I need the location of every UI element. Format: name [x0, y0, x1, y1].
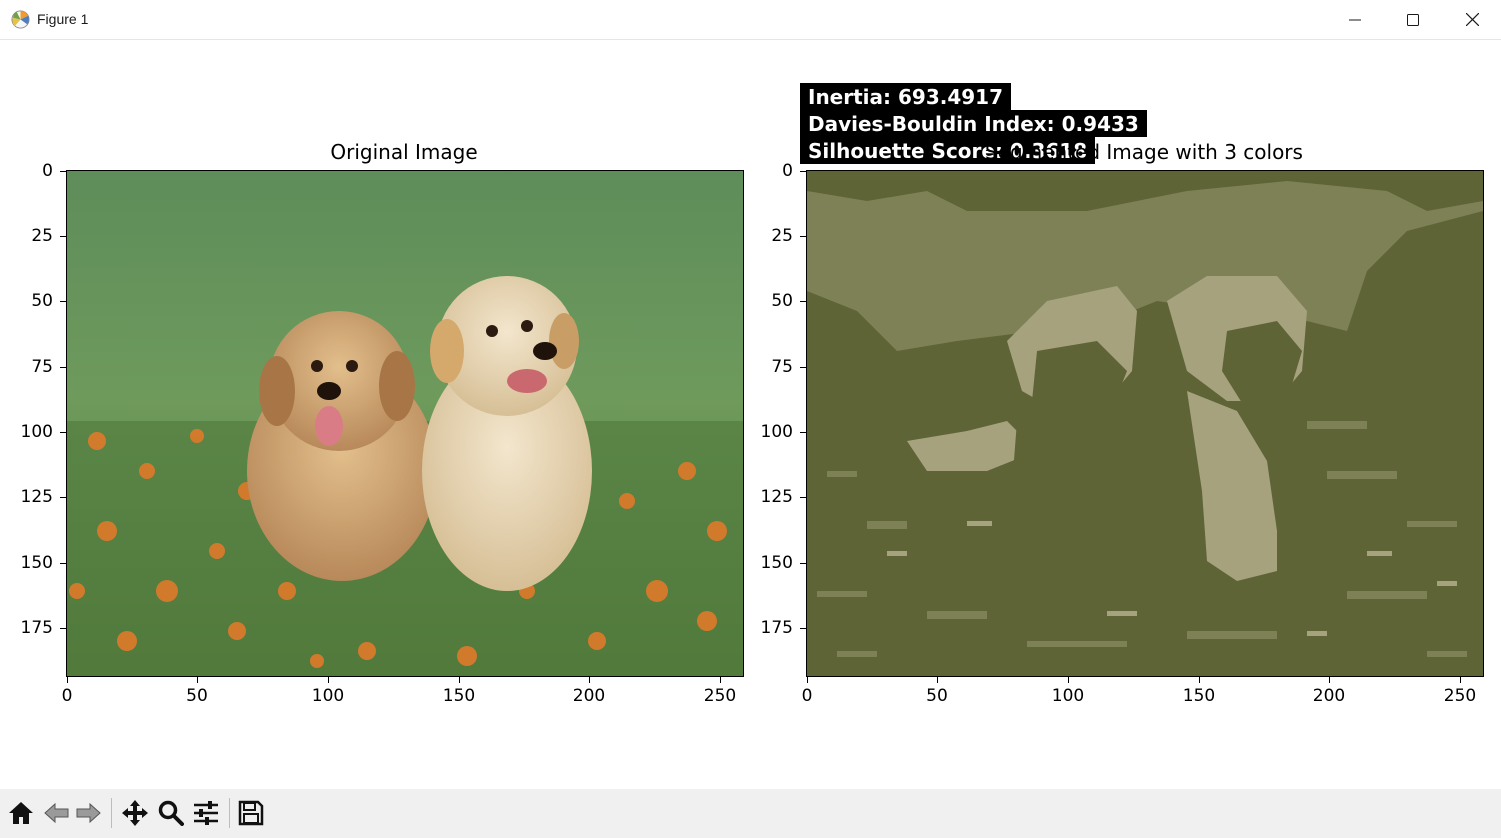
- left-ytick-label: 25: [31, 226, 53, 246]
- close-button[interactable]: [1443, 0, 1501, 39]
- home-button[interactable]: [5, 797, 37, 829]
- right-xtick-label: 150: [1182, 686, 1216, 706]
- right-xtick-label: 200: [1312, 686, 1346, 706]
- left-ytick-label: 50: [31, 291, 53, 311]
- navigation-toolbar: [0, 789, 1501, 838]
- original-image-content: [67, 171, 743, 676]
- right-xtick-mark: [1329, 677, 1330, 683]
- maximize-icon: [1407, 13, 1419, 26]
- right-xtick-label: 250: [1443, 686, 1477, 706]
- left-ytick-mark: [60, 367, 66, 368]
- right-ytick-label: 100: [760, 422, 793, 442]
- left-ytick-mark: [60, 432, 66, 433]
- forward-icon: [76, 802, 101, 824]
- left-xtick-mark: [328, 677, 329, 683]
- right-ytick-label: 50: [771, 291, 793, 311]
- left-ytick-mark: [60, 171, 66, 172]
- inertia-metric: Inertia: 693.4917: [800, 83, 1011, 110]
- right-ytick-label: 0: [782, 161, 793, 181]
- pan-button[interactable]: [119, 797, 151, 829]
- original-image: [66, 170, 744, 677]
- window-titlebar: Figure 1: [0, 0, 1501, 40]
- right-axes-title: Segmented Image with 3 colors: [985, 140, 1303, 164]
- davies-bouldin-metric: Davies-Bouldin Index: 0.9433: [800, 110, 1147, 137]
- left-ytick-label: 100: [20, 422, 53, 442]
- left-ytick-mark: [60, 497, 66, 498]
- left-ytick-mark: [60, 628, 66, 629]
- left-xtick-label: 0: [61, 686, 73, 706]
- home-icon: [9, 802, 33, 824]
- right-ytick-label: 150: [760, 553, 793, 573]
- left-xtick-label: 200: [572, 686, 606, 706]
- left-xtick-mark: [589, 677, 590, 683]
- forward-button[interactable]: [72, 797, 104, 829]
- right-ytick-label: 125: [760, 487, 793, 507]
- right-ytick-mark: [800, 301, 806, 302]
- left-axes-title: Original Image: [330, 140, 478, 164]
- left-xtick-mark: [197, 677, 198, 683]
- left-xtick-label: 250: [703, 686, 737, 706]
- right-ytick-mark: [800, 563, 806, 564]
- left-xtick-mark: [67, 677, 68, 683]
- figure-canvas[interactable]: Inertia: 693.4917 Davies-Bouldin Index: …: [0, 40, 1501, 789]
- left-ytick-mark: [60, 236, 66, 237]
- right-xtick-label: 50: [926, 686, 948, 706]
- zoom-button[interactable]: [155, 797, 187, 829]
- left-ytick-label: 0: [42, 161, 53, 181]
- right-ytick-label: 75: [771, 357, 793, 377]
- close-icon: [1465, 13, 1479, 26]
- left-ytick-label: 75: [31, 357, 53, 377]
- toolbar-separator: [229, 798, 230, 828]
- right-ytick-mark: [800, 497, 806, 498]
- toolbar-separator: [111, 798, 112, 828]
- zoom-icon: [158, 800, 184, 826]
- left-xtick-label: 100: [311, 686, 345, 706]
- matplotlib-icon: [11, 10, 30, 29]
- right-ytick-label: 25: [771, 226, 793, 246]
- maximize-button[interactable]: [1384, 0, 1442, 39]
- minimize-button[interactable]: [1326, 0, 1384, 39]
- right-xtick-mark: [807, 677, 808, 683]
- left-ytick-label: 150: [20, 553, 53, 573]
- left-ytick-mark: [60, 563, 66, 564]
- left-xtick-mark: [459, 677, 460, 683]
- back-icon: [44, 802, 69, 824]
- right-ytick-mark: [800, 236, 806, 237]
- left-ytick-label: 175: [20, 618, 53, 638]
- right-xtick-mark: [1068, 677, 1069, 683]
- right-xtick-label: 0: [801, 686, 813, 706]
- configure-subplots-icon: [194, 801, 218, 825]
- right-ytick-mark: [800, 628, 806, 629]
- right-ytick-mark: [800, 367, 806, 368]
- save-icon: [238, 800, 264, 826]
- right-ytick-mark: [800, 432, 806, 433]
- configure-subplots-button[interactable]: [190, 797, 222, 829]
- right-ytick-label: 175: [760, 618, 793, 638]
- right-xtick-mark: [1199, 677, 1200, 683]
- left-ytick-label: 125: [20, 487, 53, 507]
- left-xtick-label: 50: [186, 686, 208, 706]
- minimize-icon: [1349, 19, 1361, 20]
- right-ytick-mark: [800, 171, 806, 172]
- right-xtick-label: 100: [1051, 686, 1085, 706]
- segmented-image: [806, 170, 1484, 677]
- window-title: Figure 1: [37, 11, 89, 27]
- segmented-image-content: [807, 171, 1483, 676]
- right-xtick-mark: [937, 677, 938, 683]
- right-xtick-mark: [1460, 677, 1461, 683]
- back-button[interactable]: [41, 797, 73, 829]
- pan-icon: [122, 800, 148, 826]
- left-xtick-mark: [720, 677, 721, 683]
- left-xtick-label: 150: [442, 686, 476, 706]
- save-button[interactable]: [235, 797, 267, 829]
- left-ytick-mark: [60, 301, 66, 302]
